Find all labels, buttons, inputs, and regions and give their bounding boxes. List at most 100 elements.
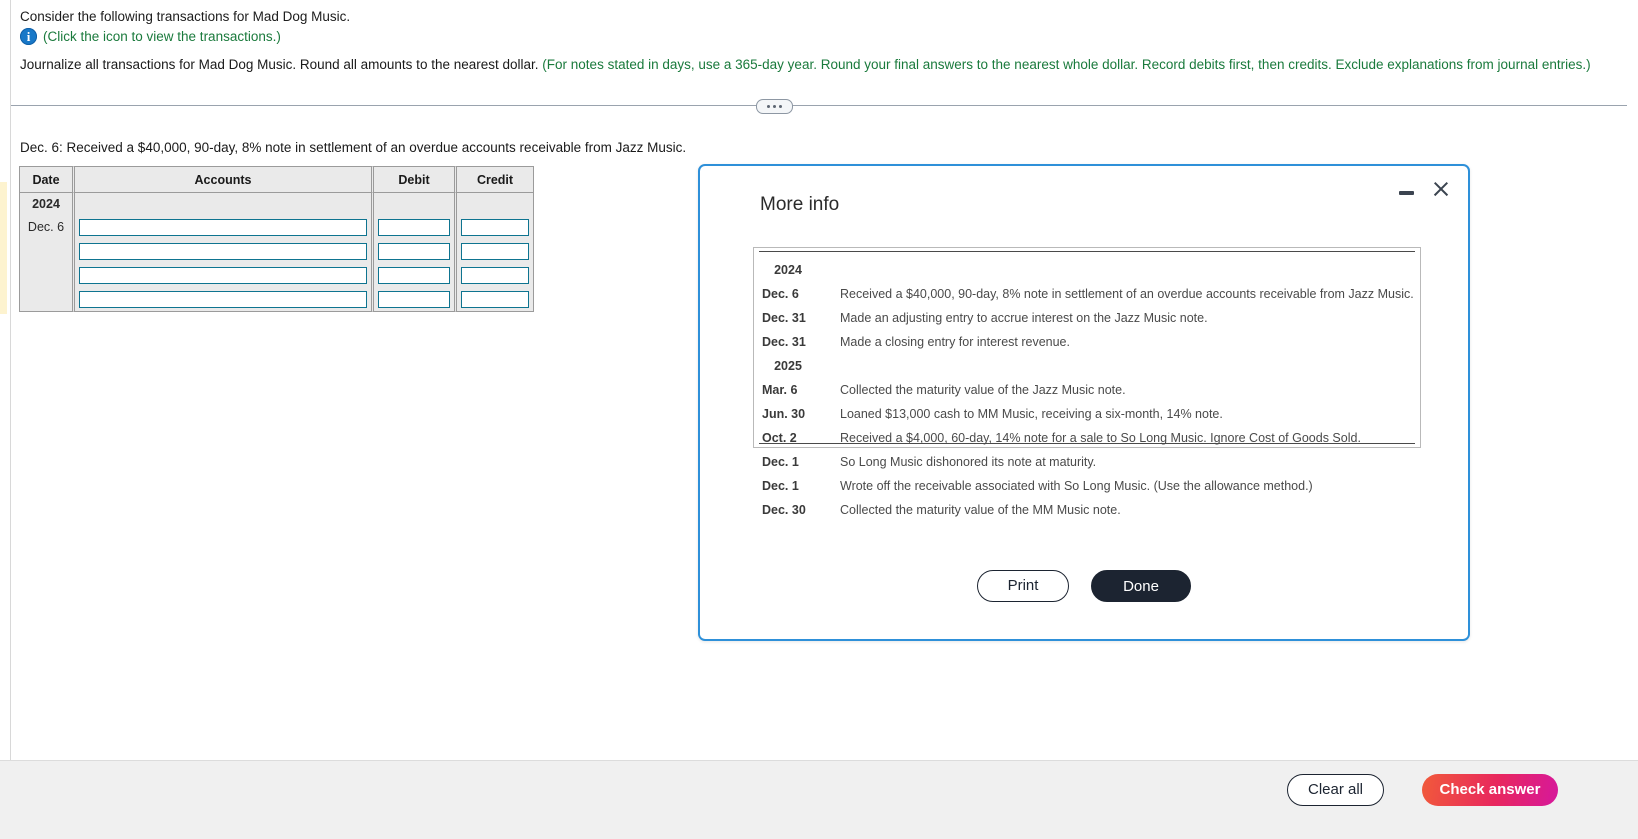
transaction-year-row: 2025 xyxy=(754,354,1420,378)
journal-date-cell: Dec. 6 xyxy=(19,215,72,239)
transaction-year-row: 2024 xyxy=(754,258,1420,282)
credit-input-2[interactable] xyxy=(461,242,529,260)
transaction-row: Dec. 31 Made an adjusting entry to accrue… xyxy=(754,306,1420,330)
debit-input-3[interactable] xyxy=(378,266,450,284)
journal-debit-cell xyxy=(371,287,454,312)
check-answer-button[interactable]: Check answer xyxy=(1422,774,1558,806)
transaction-date: Dec. 31 xyxy=(762,335,806,349)
transaction-date: Dec. 1 xyxy=(762,455,799,469)
journalize-instruction: Journalize all transactions for Mad Dog … xyxy=(20,57,1591,72)
journal-credit-cell xyxy=(454,263,534,287)
print-button[interactable]: Print xyxy=(977,570,1069,602)
dialog-title: More info xyxy=(760,194,840,215)
transaction-row: Dec. 1 So Long Music dishonored its note … xyxy=(754,450,1420,474)
column-header-accounts: Accounts xyxy=(72,166,371,193)
transaction-row: Mar. 6 Collected the maturity value of th… xyxy=(754,378,1420,402)
journal-debit-cell xyxy=(371,215,454,239)
debit-input-4[interactable] xyxy=(378,290,450,308)
transaction-row: Dec. 6 Received a $40,000, 90-day, 8% not… xyxy=(754,282,1420,306)
divider-line xyxy=(11,105,1627,106)
table-row: Dec. 6 xyxy=(19,215,534,239)
credit-input-1[interactable] xyxy=(461,218,529,236)
transaction-date: Mar. 6 xyxy=(762,383,798,397)
journal-date-cell-empty xyxy=(19,239,72,263)
ellipsis-dot xyxy=(779,105,782,108)
table-row xyxy=(19,239,534,263)
instruction-green-text: (For notes stated in days, use a 365-day… xyxy=(542,57,1591,72)
done-button[interactable]: Done xyxy=(1091,570,1191,602)
journal-date-cell-empty xyxy=(19,263,72,287)
accounts-input-4[interactable] xyxy=(79,290,367,308)
debit-input-1[interactable] xyxy=(378,218,450,236)
instruction-black-text: Journalize all transactions for Mad Dog … xyxy=(20,57,539,72)
transaction-date: Dec. 31 xyxy=(762,311,806,325)
transaction-description: Wrote off the receivable associated with… xyxy=(840,479,1313,493)
transaction-description: Received a $40,000, 90-day, 8% note in s… xyxy=(840,287,1414,301)
journal-entry-table: Date Accounts Debit Credit 2024 Dec. 6 xyxy=(19,166,534,312)
journal-accounts-cell xyxy=(72,239,371,263)
bottom-toolbar: Clear all Check answer xyxy=(0,760,1638,839)
journal-year-accounts-cell xyxy=(72,193,371,215)
journal-year-credit-cell xyxy=(454,193,534,215)
journal-date-cell-empty xyxy=(19,287,72,312)
journal-accounts-cell xyxy=(72,287,371,312)
transaction-row: Dec. 31 Made a closing entry for interest… xyxy=(754,330,1420,354)
accounts-input-3[interactable] xyxy=(79,266,367,284)
clear-all-button[interactable]: Clear all xyxy=(1287,774,1384,806)
journal-accounts-cell xyxy=(72,215,371,239)
journal-debit-cell xyxy=(371,239,454,263)
credit-input-4[interactable] xyxy=(461,290,529,308)
table-row xyxy=(19,287,534,312)
transaction-date: Dec. 1 xyxy=(762,479,799,493)
transaction-date: Dec. 30 xyxy=(762,503,806,517)
ellipsis-dot xyxy=(767,105,770,108)
view-transactions-link[interactable]: (Click the icon to view the transactions… xyxy=(43,29,281,44)
transactions-list-box: 2024 Dec. 6 Received a $40,000, 90-day, 8%… xyxy=(753,247,1421,517)
accounts-input-2[interactable] xyxy=(79,242,367,260)
list-top-rule xyxy=(759,251,1415,252)
journal-year-row: 2024 xyxy=(19,193,534,215)
minimize-icon[interactable] xyxy=(1399,191,1414,195)
column-header-credit: Credit xyxy=(454,166,534,193)
transactions-rows: 2024 Dec. 6 Received a $40,000, 90-day, 8%… xyxy=(754,258,1420,522)
transaction-description: Made an adjusting entry to accrue intere… xyxy=(840,311,1208,325)
debit-input-2[interactable] xyxy=(378,242,450,260)
left-edge-highlight xyxy=(0,182,7,314)
journal-year-cell: 2024 xyxy=(19,193,72,215)
left-vertical-rule xyxy=(10,0,11,790)
column-header-date: Date xyxy=(19,166,72,193)
accounts-input-1[interactable] xyxy=(79,218,367,236)
dialog-window-controls xyxy=(1399,180,1450,198)
ellipsis-dot xyxy=(773,105,776,108)
transaction-description: Collected the maturity value of the Jazz… xyxy=(840,383,1126,397)
journal-credit-cell xyxy=(454,215,534,239)
collapse-pane-handle[interactable] xyxy=(756,99,793,114)
current-transaction-label: Dec. 6: Received a $40,000, 90-day, 8% n… xyxy=(20,140,687,155)
transaction-year: 2025 xyxy=(774,359,802,373)
transaction-date: Dec. 6 xyxy=(762,287,799,301)
transaction-description: So Long Music dishonored its note at mat… xyxy=(840,455,1097,469)
dialog-action-bar: Print Done xyxy=(700,570,1468,602)
view-transactions-link-row[interactable]: i (Click the icon to view the transactio… xyxy=(20,28,281,45)
info-icon[interactable]: i xyxy=(20,28,37,45)
close-icon[interactable] xyxy=(1432,180,1450,198)
credit-input-3[interactable] xyxy=(461,266,529,284)
pane-divider xyxy=(11,99,1627,114)
transaction-date: Oct. 2 xyxy=(762,431,797,445)
journal-credit-cell xyxy=(454,287,534,312)
transaction-year: 2024 xyxy=(774,263,802,277)
problem-prompt: Consider the following transactions for … xyxy=(20,9,351,24)
transaction-row: Jun. 30 Loaned $13,000 cash to MM Music, … xyxy=(754,402,1420,426)
journal-credit-cell xyxy=(454,239,534,263)
transaction-row: Dec. 1 Wrote off the receivable associate… xyxy=(754,474,1420,498)
journal-year-debit-cell xyxy=(371,193,454,215)
table-row xyxy=(19,263,534,287)
transaction-row: Dec. 30 Collected the maturity value of t… xyxy=(754,498,1420,522)
transaction-description: Collected the maturity value of the MM M… xyxy=(840,503,1121,517)
column-header-debit: Debit xyxy=(371,166,454,193)
transaction-description: Loaned $13,000 cash to MM Music, receivi… xyxy=(840,407,1223,421)
more-info-dialog: More info 2024 Dec. 6 Received a $40,000, … xyxy=(698,164,1470,641)
journal-debit-cell xyxy=(371,263,454,287)
transaction-description: Received a $4,000, 60-day, 14% note for … xyxy=(840,431,1361,445)
transaction-row: Oct. 2 Received a $4,000, 60-day, 14% not… xyxy=(754,426,1420,450)
